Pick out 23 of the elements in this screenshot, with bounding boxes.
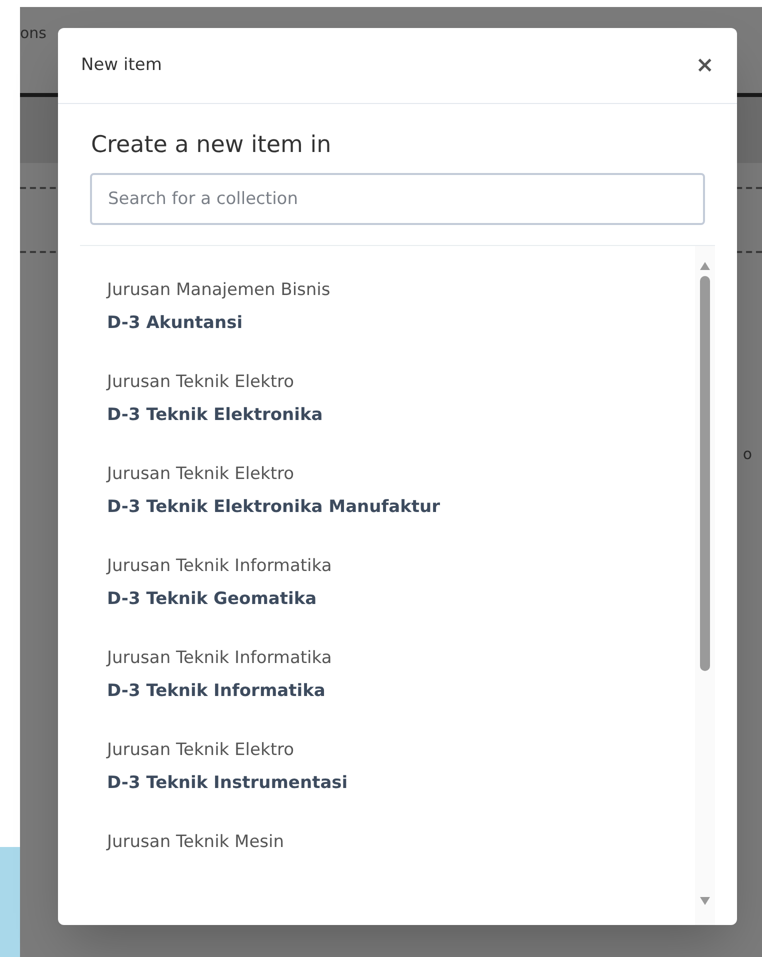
group-label: Jurusan Teknik Informatika: [107, 554, 332, 578]
dialog-heading: Create a new item in: [90, 131, 332, 160]
dialog-title: New item: [81, 54, 162, 77]
scroll-up-icon[interactable]: [700, 262, 710, 270]
background-text: o: [742, 444, 752, 465]
group-label: Jurusan Teknik Elektro: [107, 738, 295, 762]
group-label: Jurusan Teknik Informatika: [107, 646, 332, 670]
group-label: Jurusan Teknik Mesin: [107, 830, 284, 854]
collection-name: D-3 Teknik Instrumentasi: [107, 772, 348, 795]
background-text: ons: [20, 22, 46, 44]
collection-name: D-3 Teknik Geomatika: [107, 588, 318, 611]
collection-name: D-3 Teknik Elektronika: [107, 404, 323, 427]
group-label: Jurusan Teknik Elektro: [107, 462, 295, 486]
scrollbar-thumb[interactable]: [700, 276, 710, 670]
group-label: Jurusan Manajemen Bisnis: [107, 278, 330, 302]
search-field[interactable]: Search for a collection: [90, 172, 705, 224]
collection-name: D-3 Teknik Informatika: [107, 680, 326, 703]
group-label: Jurusan Teknik Elektro: [107, 370, 295, 394]
scrollbar[interactable]: [695, 246, 715, 925]
collection-name: D-3 Teknik Elektronika Manufaktur: [107, 496, 440, 519]
collection-name: D-3 Akuntansi: [107, 312, 244, 335]
close-button[interactable]: ×: [696, 54, 714, 76]
scroll-down-icon[interactable]: [700, 897, 710, 905]
